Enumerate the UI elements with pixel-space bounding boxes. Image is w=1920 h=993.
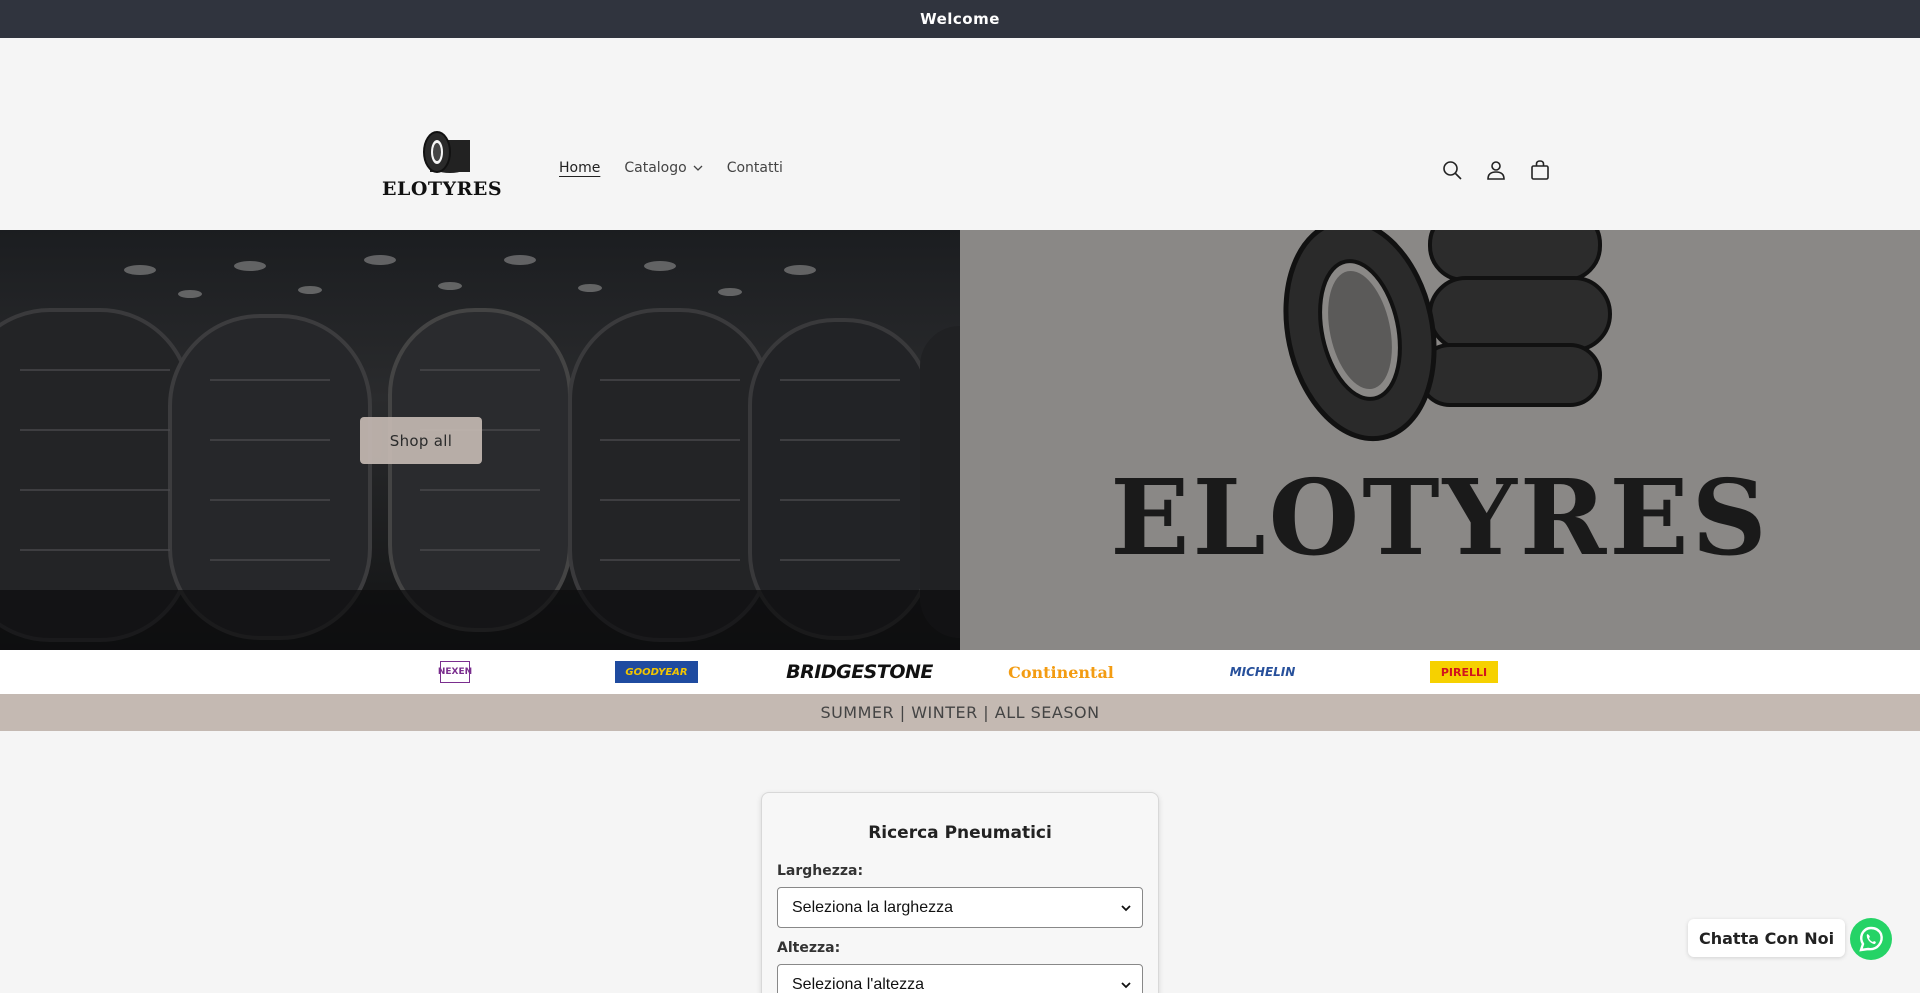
account-icon[interactable] (1484, 158, 1508, 182)
site-logo[interactable]: ELOTYRES (382, 130, 502, 200)
brand-nexen-text: NEXEN (437, 667, 473, 677)
height-select[interactable]: Seleziona l'altezza (777, 964, 1143, 993)
chevron-down-icon (1121, 981, 1131, 988)
announcement-bar: Welcome (0, 0, 1920, 38)
nav-home[interactable]: Home (559, 160, 600, 176)
brand-bridgestone[interactable]: BRIDGESTONE (779, 661, 940, 683)
nav-catalogo[interactable]: Catalogo (624, 160, 703, 176)
tyre-search-card: Ricerca Pneumatici Larghezza: Seleziona … (761, 792, 1159, 993)
hero-banner: Shop all ELOTYRES (0, 230, 1920, 650)
header-icons (1440, 158, 1552, 182)
brand-goodyear[interactable]: GOODYEAR (615, 661, 698, 683)
brand-michelin-text: MICHELIN (1229, 665, 1296, 679)
season-bar: SUMMER | WINTER | ALL SEASON (0, 694, 1920, 731)
cart-icon[interactable] (1528, 158, 1552, 182)
width-label: Larghezza: (777, 863, 864, 879)
brand-pirelli-text: PIRELLI (1440, 665, 1488, 679)
stacked-tyres-icon (1283, 230, 1612, 442)
hero-brand-text: ELOTYRES (1110, 456, 1770, 579)
whatsapp-icon (1850, 918, 1892, 960)
site-header: ELOTYRES Home Catalogo Contatti (0, 38, 1920, 230)
brand-bridgestone-text: BRIDGESTONE (786, 661, 933, 683)
chevron-down-icon (1121, 904, 1131, 911)
brand-nexen[interactable]: NEXEN (437, 661, 473, 683)
search-icon[interactable] (1440, 158, 1464, 182)
brand-continental-text: Continental (1008, 662, 1114, 682)
nav-contatti[interactable]: Contatti (727, 160, 783, 176)
announcement-text: Welcome (920, 10, 1000, 28)
nav-home-label: Home (559, 160, 601, 176)
hero-logo-image: ELOTYRES (960, 230, 1920, 650)
main-nav: Home Catalogo Contatti (559, 160, 783, 176)
width-select[interactable]: Seleziona la larghezza (777, 887, 1143, 928)
whatsapp-button[interactable] (1849, 917, 1893, 961)
width-select-value: Seleziona la larghezza (792, 898, 953, 916)
chat-label-text: Chatta Con Noi (1699, 928, 1835, 948)
brand-pirelli[interactable]: PIRELLI (1430, 661, 1498, 683)
brand-michelin[interactable]: MICHELIN (1211, 661, 1314, 683)
season-text: SUMMER | WINTER | ALL SEASON (820, 703, 1100, 722)
shop-all-button[interactable]: Shop all (360, 417, 482, 464)
height-select-value: Seleziona l'altezza (792, 975, 925, 993)
hero-tyres-image: Shop all (0, 230, 960, 650)
chat-label[interactable]: Chatta Con Noi (1688, 919, 1846, 957)
brand-goodyear-text: GOODYEAR (625, 666, 688, 678)
chevron-down-icon (693, 165, 703, 171)
height-label: Altezza: (777, 940, 841, 956)
nav-catalogo-label: Catalogo (624, 160, 687, 176)
logo-text: ELOTYRES (382, 178, 503, 200)
nav-contatti-label: Contatti (726, 160, 783, 176)
brand-continental[interactable]: Continental (1006, 661, 1116, 683)
tyre-search-title: Ricerca Pneumatici (868, 823, 1052, 843)
brand-logos-strip: NEXEN GOODYEAR BRIDGESTONE Continental M… (0, 650, 1920, 694)
